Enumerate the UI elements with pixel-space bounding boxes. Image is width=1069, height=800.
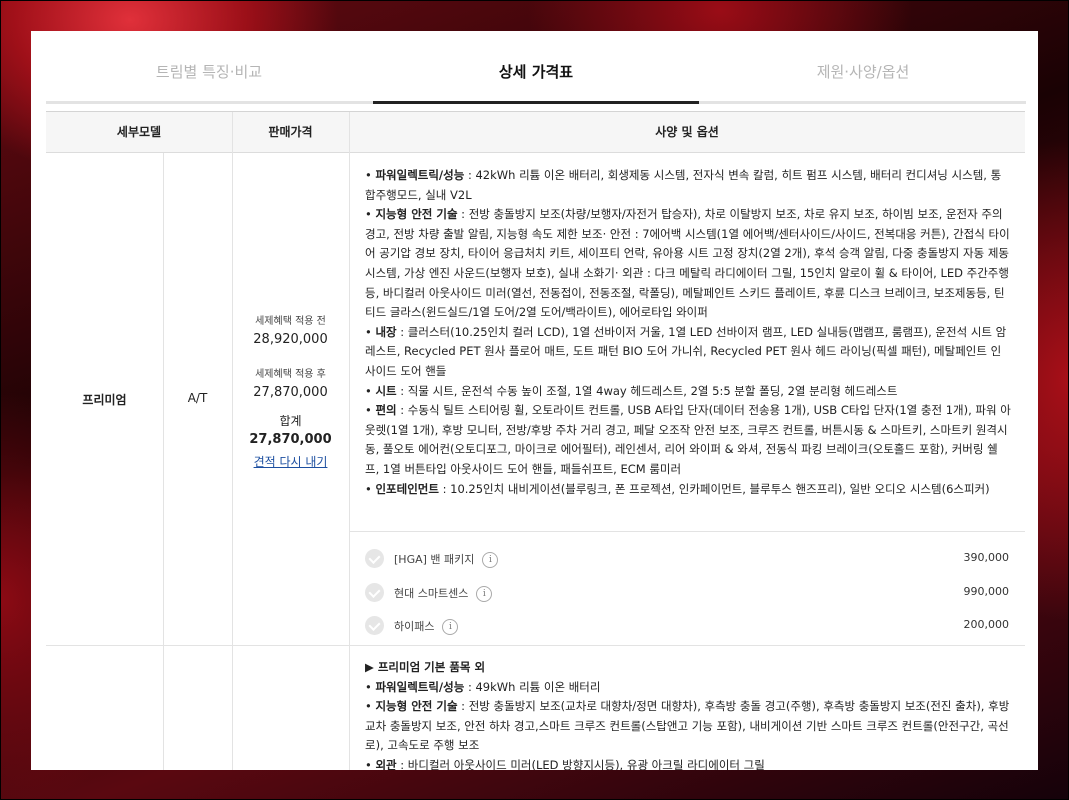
spec-item: • 파워일렉트릭/성능 : 49kWh 리튬 이온 배터리 — [365, 679, 601, 694]
spec-item: • 지능형 안전 기술 : 전방 충돌방지 보조(차량/보행자/자전거 탑승자)… — [365, 207, 1010, 320]
price-before-value: 28,920,000 — [253, 332, 328, 347]
option-price: 990,000 — [963, 585, 1010, 598]
spec-title: 파워일렉트릭/성능 — [375, 168, 465, 182]
spec-item: • 인포테인먼트 : 10.25인치 내비게이션(블루링크, 폰 프로젝션, 인… — [365, 481, 990, 496]
row-divider — [46, 645, 1025, 646]
column-divider — [163, 153, 164, 770]
table-header: 세부모델 판매가격 사양 및 옵션 — [46, 112, 1025, 153]
spec-list: • 파워일렉트릭/성능 : 42kWh 리튬 이온 배터리, 회생제동 시스템,… — [365, 166, 1011, 499]
spec-title: 파워일렉트릭/성능 — [375, 679, 465, 694]
tab-trim-compare[interactable]: 트림별 특징·비교 — [46, 31, 372, 101]
spec-item: • 파워일렉트릭/성능 : 42kWh 리튬 이온 배터리, 회생제동 시스템,… — [365, 168, 1002, 202]
spec-title: 편의 — [375, 403, 397, 418]
spec-item: • 편의 : 수동식 틸트 스티어링 휠, 오토라이트 컨트롤, USB A타입… — [365, 403, 1011, 476]
spec-title: 지능형 안전 기술 — [375, 207, 458, 222]
spec-item: • 내장 : 클러스터(10.25인치 컬러 LCD), 1열 선바이저 거울,… — [365, 324, 1007, 378]
transmission: A/T — [187, 391, 208, 405]
spec-title: 시트 — [375, 383, 397, 398]
option-label: 하이패스 i — [394, 618, 459, 635]
spec-list-2: ▶ 프리미엄 기본 품목 외 • 파워일렉트릭/성능 : 49kWh 리튬 이온… — [365, 658, 1011, 770]
check-icon[interactable] — [365, 583, 384, 602]
requote-link[interactable]: 견적 다시 내기 — [254, 453, 328, 470]
spec-item: • 시트 : 직물 시트, 운전석 수동 높이 조절, 1열 4way 헤드레스… — [365, 383, 898, 398]
header-spec: 사양 및 옵션 — [655, 125, 719, 139]
spec-title: 인포테인먼트 — [375, 481, 439, 496]
price-after-value: 27,870,000 — [253, 385, 328, 400]
spec-title: 지능형 안전 기술 — [375, 699, 458, 714]
spec-text: : 클러스터(10.25인치 컬러 LCD), 1열 선바이저 거울, 1열 L… — [365, 324, 1007, 378]
total-label: 합계 — [279, 414, 302, 428]
price-panel: 트림별 특징·비교 상세 가격표 제원·사양/옵션 세부모델 판매가격 사양 및… — [31, 31, 1038, 770]
trim-name: 프리미엄 — [82, 393, 127, 407]
price-cell: 세제혜택 적용 전 28,920,000 세제혜택 적용 후 27,870,00… — [232, 312, 349, 470]
price-after-label: 세제혜택 적용 후 — [255, 369, 326, 380]
option-row[interactable]: [HGA] 밴 패키지 i 390,000 — [365, 547, 1009, 571]
info-icon[interactable]: i — [482, 552, 499, 568]
spec-text: : 10.25인치 내비게이션(블루링크, 폰 프로젝션, 인카페이먼트, 블루… — [438, 481, 990, 496]
spec-text: : 전방 충돌방지 보조(교차로 대향차/정면 대향차), 후측방 충돌 경고(… — [365, 699, 1010, 753]
tab-bar: 트림별 특징·비교 상세 가격표 제원·사양/옵션 — [46, 31, 1026, 104]
price-before-label: 세제혜택 적용 전 — [255, 316, 326, 327]
option-price: 200,000 — [963, 618, 1010, 631]
header-price: 판매가격 — [268, 125, 313, 139]
option-row[interactable]: 하이패스 i 200,000 — [365, 614, 1009, 638]
total-value: 27,870,000 — [249, 432, 332, 447]
spec-item: • 지능형 안전 기술 : 전방 충돌방지 보조(교차로 대향차/정면 대향차)… — [365, 699, 1010, 753]
info-icon[interactable]: i — [476, 586, 493, 602]
info-icon[interactable]: i — [442, 619, 459, 635]
spec-title: 내장 — [375, 324, 397, 339]
option-name: 현대 스마트센스 — [394, 587, 469, 600]
spec-text: : 전방 충돌방지 보조(차량/보행자/자전거 탑승자), 차로 이탈방지 보조… — [365, 207, 1010, 320]
option-label: [HGA] 밴 패키지 i — [394, 551, 499, 568]
options-divider — [349, 531, 1025, 532]
spec-intro: ▶ 프리미엄 기본 품목 외 — [365, 660, 486, 674]
spec-text: : 바디컬러 아웃사이드 미러(LED 방향지시등), 유광 아크릴 라디에이터… — [396, 757, 765, 770]
tab-detail-price[interactable]: 상세 가격표 — [373, 31, 699, 104]
spec-title: 외관 — [375, 757, 397, 770]
tab-spec-options[interactable]: 제원·사양/옵션 — [700, 31, 1026, 101]
option-price: 390,000 — [963, 551, 1010, 564]
option-row[interactable]: 현대 스마트센스 i 990,000 — [365, 581, 1009, 605]
spec-text: : 수동식 틸트 스티어링 휠, 오토라이트 컨트롤, USB A타입 단자(데… — [365, 403, 1011, 476]
spec-text: : 49kWh 리튬 이온 배터리 — [464, 679, 601, 694]
column-divider — [349, 112, 350, 770]
option-label: 현대 스마트센스 i — [394, 585, 493, 602]
spec-text: : 직물 시트, 운전석 수동 높이 조절, 1열 4way 헤드레스트, 2열… — [396, 383, 898, 398]
spec-item: • 외관 : 바디컬러 아웃사이드 미러(LED 방향지시등), 유광 아크릴 … — [365, 757, 765, 770]
check-icon[interactable] — [365, 549, 384, 568]
check-icon[interactable] — [365, 616, 384, 635]
price-table: 세부모델 판매가격 사양 및 옵션 프리미엄 A/T 세제혜택 적용 전 28,… — [46, 111, 1025, 770]
header-model: 세부모델 — [116, 125, 162, 139]
option-name: [HGA] 밴 패키지 — [394, 553, 475, 566]
option-name: 하이패스 — [394, 620, 435, 633]
